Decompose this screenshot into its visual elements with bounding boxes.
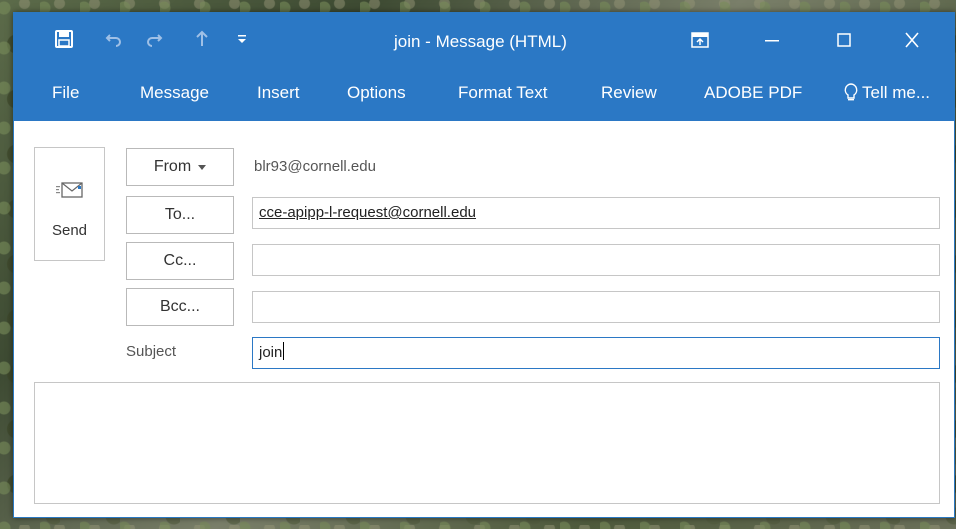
window-title: join - Message (HTML) — [394, 32, 567, 51]
cc-field[interactable] — [252, 244, 940, 276]
up-arrow-icon[interactable] — [194, 29, 210, 49]
message-window: join - Message (HTML) File Message Inser… — [13, 12, 955, 518]
to-button[interactable]: To... — [126, 196, 234, 234]
tab-options[interactable]: Options — [347, 83, 406, 103]
tell-me-search[interactable]: Tell me... — [844, 83, 930, 103]
text-cursor — [283, 342, 285, 360]
to-field[interactable]: cce-apipp-l-request@cornell.edu — [252, 197, 940, 229]
redo-icon[interactable] — [144, 29, 164, 49]
tab-review[interactable]: Review — [601, 83, 657, 103]
close-icon[interactable] — [892, 25, 932, 55]
bcc-field[interactable] — [252, 291, 940, 323]
send-icon — [56, 180, 84, 205]
cc-button[interactable]: Cc... — [126, 242, 234, 280]
minimize-icon[interactable] — [752, 25, 792, 55]
to-recipient[interactable]: cce-apipp-l-request@cornell.edu — [259, 204, 476, 221]
tab-message[interactable]: Message — [140, 83, 209, 103]
from-label: From — [153, 158, 192, 175]
tab-file[interactable]: File — [52, 83, 79, 103]
title-bar: join - Message (HTML) — [14, 13, 954, 69]
tab-adobe-pdf[interactable]: ADOBE PDF — [704, 83, 802, 103]
lightbulb-icon — [844, 83, 858, 101]
undo-icon[interactable] — [104, 29, 124, 49]
tab-format-text[interactable]: Format Text — [458, 83, 547, 103]
customize-dropdown-icon[interactable] — [236, 29, 248, 49]
from-button[interactable]: From — [126, 148, 234, 186]
maximize-icon[interactable] — [824, 25, 864, 55]
send-label: Send — [51, 222, 88, 239]
subject-label: Subject — [126, 343, 177, 360]
message-body[interactable] — [34, 382, 940, 504]
subject-text: join — [259, 344, 283, 361]
tell-me-label: Tell me... — [862, 83, 931, 102]
from-address: blr93@cornell.edu — [254, 158, 376, 175]
save-icon[interactable] — [54, 29, 74, 49]
ribbon-tabs: File Message Insert Options Format Text … — [14, 69, 954, 121]
ribbon-display-options-icon[interactable] — [680, 25, 720, 55]
bcc-button[interactable]: Bcc... — [126, 288, 234, 326]
tab-insert[interactable]: Insert — [257, 83, 300, 103]
chevron-down-icon — [198, 158, 207, 176]
send-button[interactable]: Send — [34, 147, 105, 261]
subject-field[interactable]: join — [252, 337, 940, 369]
